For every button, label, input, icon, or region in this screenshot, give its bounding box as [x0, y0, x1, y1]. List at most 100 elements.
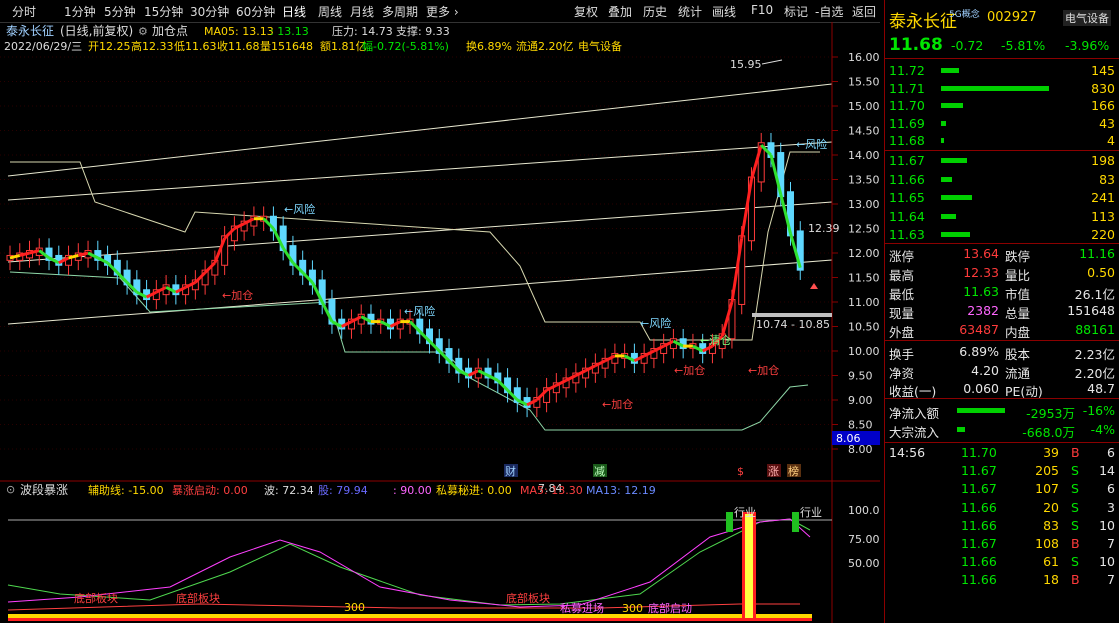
- watchlist-button[interactable]: -自选: [815, 3, 843, 20]
- tick-price: 11.67: [961, 481, 997, 497]
- tick-side: S: [1071, 463, 1079, 479]
- sub-surge-start: 暴涨启动: 0.00: [172, 484, 248, 497]
- price-tick: 15.50: [848, 76, 880, 89]
- bid-price: 11.67: [889, 153, 925, 168]
- price-axis: 16.00 15.50 15.00 14.50 14.00 13.50 13.00 12.50…: [832, 51, 880, 456]
- high-pointer: [761, 59, 783, 65]
- tick-row: 11.66 18 B 7: [885, 571, 1119, 589]
- tick-row: 11.67 107 S 6: [885, 480, 1119, 498]
- tick-count: 6: [1107, 445, 1115, 460]
- ask-row: 11.70 166: [885, 97, 1119, 115]
- tick-count: 10: [1099, 517, 1115, 533]
- stat-label: 股本: [1005, 347, 1031, 362]
- tab-fenshi[interactable]: 分时: [12, 3, 36, 20]
- tick-count: 10: [1099, 554, 1115, 570]
- stat2-row: 收益(一) 0.060 PE(动) 48.7: [885, 380, 1119, 399]
- f10-button[interactable]: F10: [751, 3, 773, 17]
- settings-icon: ⚙: [138, 25, 148, 38]
- stat-label: 内盘: [1005, 325, 1031, 340]
- stat-label: 外盘: [889, 325, 915, 340]
- sector-change-pct: -3.96%: [1065, 38, 1110, 53]
- tick-volume: 107: [1035, 481, 1059, 497]
- ask-volume-bar: [941, 138, 944, 143]
- quote-price: 11.68: [889, 35, 943, 55]
- bid-volume: 198: [1091, 153, 1115, 168]
- industry-bar-2: [792, 512, 799, 532]
- tick-price: 11.67: [961, 463, 997, 479]
- bid-volume-bar: [941, 213, 957, 219]
- price-tick: 8.50: [848, 419, 873, 432]
- stat-label: 现量: [889, 306, 915, 321]
- sub-private-fund: 私募秘进: 0.00: [436, 483, 512, 497]
- tick-count: 6: [1107, 481, 1115, 497]
- tab-30min[interactable]: 30分钟: [190, 3, 229, 20]
- history-button[interactable]: 历史: [643, 3, 667, 20]
- tab-multi-period[interactable]: 多周期: [382, 3, 418, 20]
- tick-side: S: [1071, 481, 1079, 497]
- ask-volume: 145: [1091, 63, 1115, 78]
- flow-pct: -4%: [1090, 422, 1115, 437]
- ask-volume: 43: [1099, 115, 1115, 131]
- tick-price: 11.66: [961, 554, 997, 570]
- ask-row: 11.68 4: [885, 132, 1119, 150]
- more-menu[interactable]: 更多 ›: [426, 3, 459, 20]
- kline-chart[interactable]: 16.00 15.50 15.00 14.50 14.00 13.50 13.00 12.50…: [0, 22, 880, 623]
- fuquan-button[interactable]: 复权: [574, 3, 598, 20]
- tab-monthly[interactable]: 月线: [350, 3, 374, 20]
- tick-count: 3: [1107, 499, 1115, 515]
- tab-weekly[interactable]: 周线: [318, 3, 342, 20]
- sub-label-300-2: 300: [622, 602, 643, 615]
- stat-value: 0.50: [1087, 265, 1115, 280]
- tab-5min[interactable]: 5分钟: [104, 3, 136, 20]
- sub-ytick-50: 50.00: [848, 557, 880, 570]
- stat-value: 63487: [959, 322, 999, 337]
- overlay-button[interactable]: 叠加: [608, 3, 632, 20]
- flow-row: 净流入额 -2953万 -16%: [885, 402, 1119, 421]
- risk-annotation-4: ←风险: [796, 137, 827, 151]
- sub-label-bottom-3: 底部板块: [506, 591, 550, 605]
- back-button[interactable]: 返回: [852, 3, 876, 20]
- industry-label-1: 行业: [734, 506, 756, 519]
- risk-annotation-2: ←风险: [404, 304, 435, 318]
- surge-column-yellow: [745, 514, 753, 618]
- stats-button[interactable]: 统计: [678, 3, 702, 20]
- tick-count: 7: [1107, 572, 1115, 588]
- draw-line-button[interactable]: 画线: [712, 3, 736, 20]
- tab-15min[interactable]: 15分钟: [144, 3, 183, 20]
- risk-annotation-3: ←风险: [640, 316, 671, 330]
- stat2-row: 换手 6.89% 股本 2.23亿: [885, 343, 1119, 362]
- sub-aux-line: 辅助线: -15.00: [88, 483, 164, 497]
- tab-60min[interactable]: 60分钟: [236, 3, 275, 20]
- ask-price: 11.71: [889, 80, 925, 96]
- info-volume: 量151648: [260, 40, 313, 53]
- quote-sector[interactable]: 电气设备: [1063, 10, 1111, 26]
- stat-label: 跌停: [1005, 249, 1031, 264]
- flow-bar: [957, 408, 1005, 413]
- high-label: 15.95: [730, 58, 762, 71]
- stat2-row: 净资 4.20 流通 2.20亿: [885, 362, 1119, 381]
- marker-list: 榜: [788, 464, 799, 478]
- ask-price: 11.70: [889, 98, 925, 113]
- tab-daily[interactable]: 日线: [282, 3, 306, 20]
- bid-volume-bar: [941, 176, 952, 182]
- tab-1min[interactable]: 1分钟: [64, 3, 96, 20]
- more-label: 更多: [426, 5, 451, 19]
- stat-value: 151648: [1067, 303, 1115, 318]
- sub-ma13: MA13: 12.19: [586, 484, 656, 497]
- ask-volume-bar: [941, 103, 963, 108]
- indicator-name: 加仓点: [152, 24, 188, 38]
- tick-side: B: [1071, 445, 1080, 460]
- bid-volume: 83: [1099, 171, 1115, 187]
- stat-value: 13.64: [963, 246, 999, 261]
- ask-price: 11.68: [889, 133, 925, 148]
- price-tick: 11.50: [848, 272, 880, 285]
- bid-volume: 113: [1091, 208, 1115, 224]
- stat-value: 26.1亿: [1074, 287, 1115, 302]
- range-bar: [752, 313, 832, 317]
- price-tick: 14.50: [848, 125, 880, 138]
- current-price-tag: 8.06: [836, 432, 861, 445]
- sub-wave: 波: 72.34: [264, 484, 314, 497]
- mark-button[interactable]: 标记: [784, 3, 808, 20]
- stat-row: 现量 2382 总量 151648: [885, 302, 1119, 321]
- price-tick: 9.50: [848, 370, 873, 383]
